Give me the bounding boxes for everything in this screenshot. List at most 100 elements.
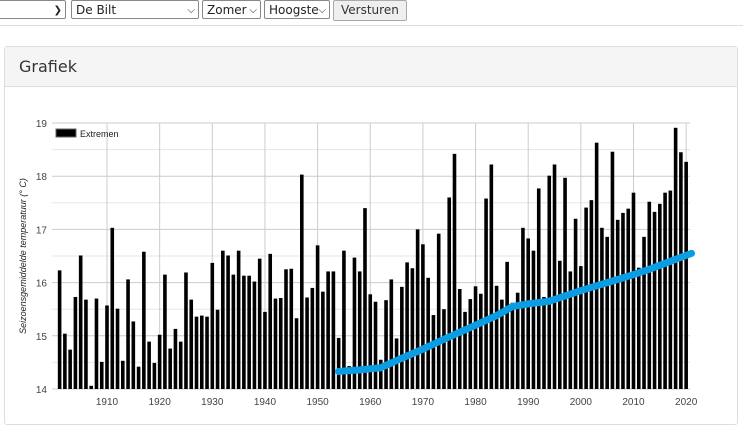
bar-2016 — [663, 192, 667, 389]
bar-1930 — [210, 262, 215, 389]
bar-1925 — [184, 272, 188, 389]
trend-point — [335, 367, 343, 375]
bar-1921 — [163, 274, 167, 389]
bar-1974 — [442, 309, 446, 389]
bar-1979 — [468, 299, 473, 389]
trend-point — [356, 366, 364, 374]
bar-1916 — [136, 366, 141, 389]
x-tick-label: 1960 — [359, 397, 382, 408]
bar-1959 — [363, 208, 367, 389]
x-tick-label: 2000 — [570, 397, 593, 408]
bar-1944 — [284, 269, 288, 389]
bar-1918 — [147, 341, 151, 389]
bar-1901 — [57, 270, 62, 389]
bar-1994 — [547, 175, 552, 389]
bar-1934 — [231, 274, 236, 389]
bar-1941 — [268, 253, 273, 389]
bar-2015 — [658, 203, 662, 389]
bar-1904 — [73, 296, 78, 389]
bar-1903 — [68, 349, 72, 389]
x-tick-label: 1930 — [201, 397, 224, 408]
bar-2012 — [642, 236, 646, 389]
bar-2008 — [621, 212, 625, 389]
y-tick-label: 15 — [36, 332, 48, 343]
bar-2009 — [626, 208, 631, 389]
legend-swatch — [55, 128, 77, 138]
trend-point — [419, 345, 427, 353]
trend-point — [645, 265, 653, 273]
trend-point — [603, 279, 611, 287]
bar-1922 — [168, 348, 172, 389]
bar-1913 — [120, 360, 125, 389]
bar-2004 — [600, 227, 604, 389]
trend-point — [445, 333, 453, 341]
trend-point — [561, 292, 569, 300]
x-tick-label: 1910 — [96, 397, 119, 408]
bar-1981 — [479, 293, 483, 389]
bar-1961 — [373, 301, 378, 389]
bar-1946 — [294, 318, 299, 389]
bar-2011 — [636, 267, 641, 389]
bar-1986 — [505, 261, 509, 389]
bar-1977 — [457, 288, 462, 389]
bar-1939 — [257, 258, 262, 389]
bar-1952 — [326, 271, 330, 389]
bar-1940 — [263, 311, 267, 389]
bar-1945 — [289, 268, 294, 389]
bar-2020 — [684, 161, 688, 389]
bar-2007 — [615, 219, 620, 389]
trend-point — [377, 364, 385, 372]
bar-1966 — [400, 286, 404, 389]
bar-1935 — [236, 250, 241, 389]
bar-1912 — [115, 308, 120, 389]
bar-1990 — [526, 238, 530, 389]
bar-1949 — [310, 287, 315, 389]
bar-1980 — [473, 286, 478, 389]
bar-1929 — [205, 316, 209, 389]
bar-1960 — [368, 294, 373, 389]
bar-1976 — [452, 153, 457, 389]
bar-1968 — [410, 268, 415, 389]
trend-point — [687, 249, 695, 257]
bar-1942 — [273, 298, 278, 389]
bar-1998 — [568, 271, 573, 389]
trend-point — [577, 287, 585, 295]
bar-2002 — [589, 200, 594, 389]
bar-1906 — [84, 299, 88, 389]
x-tick-label: 1990 — [517, 397, 540, 408]
bar-1993 — [542, 296, 546, 389]
bar-1905 — [78, 255, 83, 389]
bar-1936 — [242, 275, 246, 389]
trend-point — [545, 297, 553, 305]
trend-point — [524, 300, 532, 308]
bar-2017 — [668, 190, 673, 389]
bar-1948 — [305, 297, 309, 389]
y-axis-label: Seizoensgemiddelde temperatuur (° C) — [18, 178, 28, 334]
bar-2001 — [584, 207, 588, 389]
trend-point — [630, 271, 637, 279]
x-tick-label: 1950 — [306, 397, 329, 408]
bar-1933 — [226, 255, 230, 389]
bar-1926 — [189, 299, 194, 389]
x-tick-label: 2010 — [622, 397, 645, 408]
bar-1914 — [126, 279, 130, 389]
bar-1992 — [536, 188, 541, 389]
bar-2000 — [579, 266, 583, 389]
bar-1983 — [489, 164, 494, 389]
x-tick-label: 1920 — [149, 397, 172, 408]
bar-1917 — [142, 251, 146, 389]
bar-1967 — [405, 262, 409, 389]
bar-1932 — [221, 250, 225, 389]
bar-2005 — [605, 236, 609, 389]
bar-2006 — [610, 151, 615, 389]
bar-2019 — [679, 152, 683, 389]
legend-label: Extremen — [80, 129, 119, 139]
bar-1928 — [199, 315, 204, 389]
y-tick-label: 14 — [36, 385, 48, 396]
bar-1908 — [94, 298, 99, 389]
y-tick-label: 19 — [36, 119, 48, 130]
x-tick-label: 1980 — [464, 397, 487, 408]
bar-1975 — [447, 197, 452, 389]
bar-1964 — [389, 279, 394, 389]
bar-1969 — [415, 229, 420, 389]
